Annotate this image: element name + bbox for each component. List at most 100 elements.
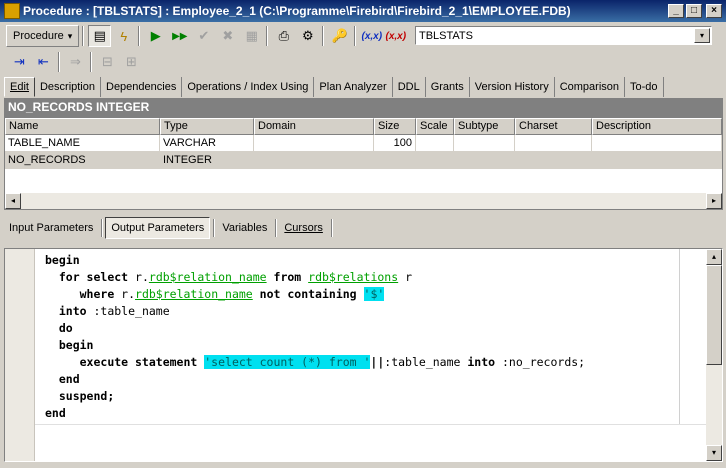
scroll-left-button[interactable]: ◂ <box>5 193 21 209</box>
scroll-track[interactable] <box>706 365 722 445</box>
run-button[interactable]: ▶ <box>144 25 167 47</box>
table-row[interactable]: NO_RECORDS INTEGER <box>5 152 722 169</box>
operator: || <box>370 355 385 369</box>
move-right-button[interactable]: ⇒ <box>64 51 87 73</box>
uncomment-button[interactable]: ⊞ <box>120 51 143 73</box>
cell-subtype[interactable] <box>454 135 515 152</box>
cell-scale[interactable] <box>416 135 454 152</box>
tab-dependencies[interactable]: Dependencies <box>101 77 183 97</box>
scroll-thumb[interactable] <box>706 265 722 365</box>
window-title: Procedure : [TBLSTATS] : Employee_2_1 (C… <box>23 4 571 18</box>
code-content[interactable]: begin for select r.rdb$relation_name fro… <box>45 252 585 422</box>
tab-input-parameters[interactable]: Input Parameters <box>4 217 98 239</box>
tab-label: Edit <box>10 81 29 93</box>
keys-button[interactable]: 🔑 <box>328 25 351 47</box>
param-blue-button[interactable]: (x,x) <box>360 25 383 47</box>
procedure-menu-button[interactable]: Procedure ▾ <box>6 25 80 47</box>
column-header-description[interactable]: Description <box>592 118 722 135</box>
tab-output-parameters[interactable]: Output Parameters <box>105 217 211 239</box>
string-literal: '$' <box>363 287 385 301</box>
commit-button[interactable]: ✔ <box>192 25 215 47</box>
print-button[interactable]: ⎙ <box>272 25 295 47</box>
grid-horizontal-scrollbar[interactable]: ◂ ▸ <box>5 193 722 209</box>
code-line: do <box>45 320 585 337</box>
editor-gutter <box>5 249 35 461</box>
db-identifier[interactable]: rdb$relation_name <box>135 287 253 301</box>
tab-label: To-do <box>630 81 658 93</box>
chevron-down-icon[interactable]: ▾ <box>694 28 710 43</box>
toolbar-separator <box>90 52 92 72</box>
cell-type[interactable]: INTEGER <box>160 152 254 169</box>
tab-label: Dependencies <box>106 81 177 93</box>
keyword: into <box>58 304 87 318</box>
tab-label: Output Parameters <box>111 222 205 234</box>
cell-domain[interactable] <box>254 135 374 152</box>
procedure-selector[interactable]: TBLSTATS ▾ <box>415 26 712 45</box>
cell-name[interactable]: NO_RECORDS <box>5 152 160 169</box>
tab-description[interactable]: Description <box>35 77 101 97</box>
rollback-button[interactable]: ✖ <box>216 25 239 47</box>
procedure-app-icon <box>4 3 20 19</box>
cell-size[interactable] <box>374 152 416 169</box>
cell-size[interactable]: 100 <box>374 135 416 152</box>
close-button[interactable]: × <box>706 4 722 18</box>
tab-plan-analyzer[interactable]: Plan Analyzer <box>314 77 393 97</box>
indent-button[interactable]: ⇥ <box>8 51 31 73</box>
printer-icon: ⎙ <box>278 28 289 43</box>
minimize-button[interactable]: _ <box>668 4 684 18</box>
tab-ddl[interactable]: DDL <box>393 77 426 97</box>
compile-button[interactable]: ▤ <box>88 25 112 47</box>
tab-operations-index-using[interactable]: Operations / Index Using <box>182 77 315 97</box>
column-header-domain[interactable]: Domain <box>254 118 374 135</box>
editor-end-line <box>35 424 709 425</box>
tab-grants[interactable]: Grants <box>426 77 470 97</box>
scroll-right-button[interactable]: ▸ <box>706 193 722 209</box>
param-red-button[interactable]: (x,x) <box>384 25 407 47</box>
tab-version-history[interactable]: Version History <box>470 77 555 97</box>
column-header-subtype[interactable]: Subtype <box>454 118 515 135</box>
tab-variables[interactable]: Variables <box>217 217 272 239</box>
indent-icon: ⇥ <box>14 54 25 69</box>
cell-description[interactable] <box>592 152 722 169</box>
play-icon: ▶ <box>150 28 161 43</box>
sql-code-editor[interactable]: begin for select r.rdb$relation_name fro… <box>4 248 723 462</box>
tab-cursors[interactable]: Cursors <box>279 217 328 239</box>
cell-charset[interactable] <box>515 135 592 152</box>
scroll-up-button[interactable]: ▴ <box>706 249 722 265</box>
outdent-button[interactable]: ⇤ <box>32 51 55 73</box>
tab-comparison[interactable]: Comparison <box>555 77 626 97</box>
column-header-size[interactable]: Size <box>374 118 416 135</box>
scroll-track[interactable] <box>21 193 706 209</box>
editor-vertical-scrollbar[interactable]: ▴ ▾ <box>706 249 722 461</box>
tab-edit[interactable]: Edit <box>4 77 35 97</box>
maximize-button[interactable]: □ <box>686 4 702 18</box>
column-header-charset[interactable]: Charset <box>515 118 592 135</box>
form-icon: ▤ <box>93 28 106 43</box>
scroll-down-button[interactable]: ▾ <box>706 445 722 461</box>
parameter-red-icon: (x,x) <box>385 30 407 42</box>
cell-name[interactable]: TABLE_NAME <box>5 135 160 152</box>
toolbar-separator <box>82 26 85 46</box>
column-header-name[interactable]: Name <box>5 118 160 135</box>
column-header-type[interactable]: Type <box>160 118 254 135</box>
cell-subtype[interactable] <box>454 152 515 169</box>
tab-separator <box>275 219 278 237</box>
grid-button[interactable]: ▦ <box>240 25 263 47</box>
table-row[interactable]: TABLE_NAME VARCHAR 100 <box>5 135 722 152</box>
debug-button[interactable]: ⚙ <box>296 25 319 47</box>
db-identifier[interactable]: rdb$relations <box>308 270 398 284</box>
comment-button[interactable]: ⊟ <box>96 51 119 73</box>
tab-separator <box>213 219 216 237</box>
db-identifier[interactable]: rdb$relation_name <box>149 270 267 284</box>
cell-scale[interactable] <box>416 152 454 169</box>
cell-charset[interactable] <box>515 152 592 169</box>
cell-domain[interactable] <box>254 152 374 169</box>
run-step-button[interactable]: ▶▶ <box>168 25 191 47</box>
cell-type[interactable]: VARCHAR <box>160 135 254 152</box>
compile-lightning-button[interactable]: ϟ <box>112 25 135 47</box>
column-header-scale[interactable]: Scale <box>416 118 454 135</box>
keyword: execute statement <box>79 355 205 369</box>
tab-todo[interactable]: To-do <box>625 77 664 97</box>
cell-description[interactable] <box>592 135 722 152</box>
arrow-right-icon: ⇒ <box>70 54 81 69</box>
